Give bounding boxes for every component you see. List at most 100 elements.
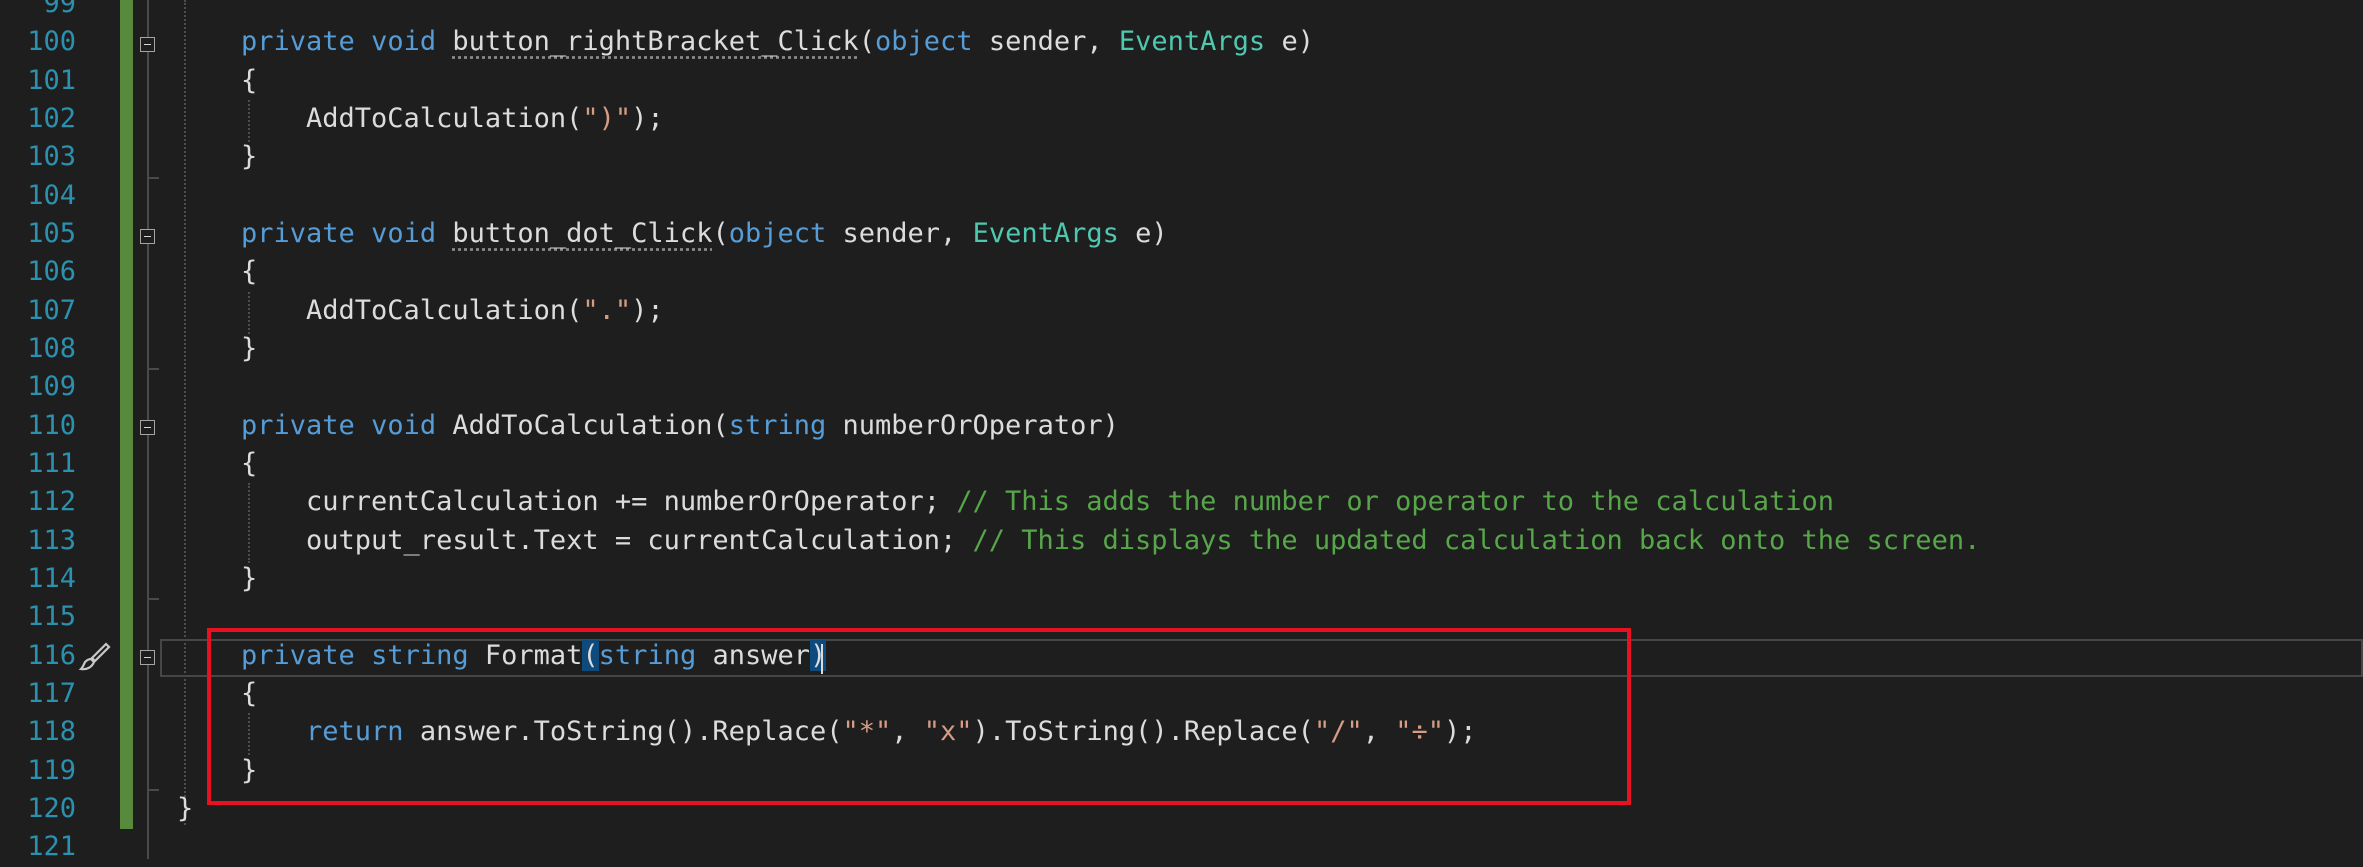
- code-text: private void button_dot_Click(object sen…: [241, 215, 1168, 253]
- code-editor[interactable]: 99 100 private void button_rightBracket_Cl…: [0, 0, 2363, 862]
- code-token: object: [728, 217, 827, 249]
- code-line[interactable]: 121: [0, 828, 2363, 866]
- code-text: AddToCalculation(".");: [241, 292, 664, 330]
- code-text: private void AddToCalculation(string num…: [241, 407, 1119, 445]
- line-number: 113: [27, 524, 76, 556]
- line-number: 112: [27, 486, 76, 518]
- code-token: currentCalculation += numberOrOperator;: [241, 486, 957, 518]
- code-token: // This adds the number or operator to t…: [956, 486, 1835, 518]
- code-token: output_result.Text = currentCalculation;: [241, 524, 973, 556]
- line-number: 120: [27, 792, 76, 824]
- line-number: 107: [27, 294, 76, 326]
- line-number: 115: [27, 601, 76, 633]
- code-text: private void button_rightBracket_Click(o…: [241, 23, 1314, 61]
- code-token: EventArgs: [972, 217, 1119, 249]
- code-line[interactable]: 113 output_result.Text = currentCalculat…: [0, 522, 2363, 560]
- code-token: numberOrOperator): [826, 409, 1119, 441]
- code-token: private: [241, 217, 355, 249]
- code-text: {: [241, 253, 257, 291]
- code-token: void: [371, 409, 437, 441]
- line-number: 105: [27, 217, 76, 249]
- code-line[interactable]: 107 AddToCalculation(".");: [0, 292, 2363, 330]
- code-line[interactable]: 102 AddToCalculation(")");: [0, 100, 2363, 138]
- line-number: 110: [27, 409, 76, 441]
- code-line[interactable]: 106 {: [0, 253, 2363, 291]
- code-token: sender,: [972, 26, 1119, 58]
- code-text: AddToCalculation(")");: [241, 100, 664, 138]
- line-number: 117: [27, 677, 76, 709]
- code-text: {: [241, 62, 257, 100]
- code-token: e): [1265, 26, 1314, 58]
- code-token: (: [712, 217, 729, 249]
- code-token: button_rightBracket_Click: [452, 26, 859, 58]
- code-line[interactable]: 101 {: [0, 62, 2363, 100]
- code-text: currentCalculation += numberOrOperator; …: [241, 483, 1834, 521]
- line-number: 119: [27, 754, 76, 786]
- line-number: 101: [27, 64, 76, 96]
- code-token: sender,: [826, 217, 973, 249]
- code-token: }: [241, 141, 258, 173]
- code-token: private: [241, 26, 355, 58]
- code-token: void: [371, 26, 437, 58]
- code-text: }: [241, 330, 257, 368]
- code-token: EventArgs: [1118, 26, 1266, 58]
- code-token: AddToCalculation(: [241, 102, 583, 134]
- code-token: );: [631, 294, 664, 326]
- code-token: object: [875, 26, 973, 58]
- line-number: 106: [27, 256, 76, 288]
- line-number: 118: [27, 716, 76, 748]
- paintbrush-icon[interactable]: [76, 641, 112, 675]
- code-token: {: [241, 256, 258, 288]
- line-number: 104: [27, 179, 76, 211]
- code-token: e): [1118, 217, 1168, 249]
- code-line[interactable]: 100 private void button_rightBracket_Clic…: [0, 23, 2363, 61]
- code-token: }: [241, 332, 258, 364]
- code-line[interactable]: 108}: [0, 330, 2363, 368]
- code-token: AddToCalculation(: [241, 294, 583, 326]
- code-token: AddToCalculation(: [436, 409, 729, 441]
- code-line[interactable]: 103}: [0, 138, 2363, 176]
- line-number: 102: [27, 102, 76, 134]
- code-token: );: [631, 102, 664, 134]
- code-token: string: [728, 409, 827, 441]
- line-number: 100: [27, 26, 76, 58]
- code-text: }: [241, 560, 257, 598]
- code-token: ".": [582, 294, 632, 326]
- code-line[interactable]: 112 currentCalculation += numberOrOperat…: [0, 483, 2363, 521]
- code-line[interactable]: 99: [0, 0, 2363, 23]
- code-token: }: [177, 792, 194, 824]
- line-number: 121: [27, 831, 76, 863]
- code-token: private: [241, 409, 355, 441]
- line-number: 116: [27, 639, 76, 671]
- line-number: 108: [27, 332, 76, 364]
- line-number: 111: [27, 447, 76, 479]
- line-number: 99: [43, 0, 76, 19]
- code-line[interactable]: 109: [0, 368, 2363, 406]
- code-token: button_dot_Click: [452, 217, 713, 249]
- code-text: }: [177, 790, 193, 828]
- line-number: 103: [27, 141, 76, 173]
- code-line[interactable]: 105 private void button_dot_Click(object …: [0, 215, 2363, 253]
- code-token: // This displays the updated calculation…: [972, 524, 1981, 556]
- code-token: }: [241, 562, 258, 594]
- code-text: output_result.Text = currentCalculation;…: [241, 522, 1980, 560]
- line-number: 114: [27, 562, 76, 594]
- code-line[interactable]: 111 {: [0, 445, 2363, 483]
- line-number: 109: [27, 371, 76, 403]
- code-line[interactable]: 114}: [0, 560, 2363, 598]
- code-token: ")": [582, 102, 632, 134]
- code-text: {: [241, 445, 257, 483]
- code-token: {: [241, 64, 258, 96]
- annotation-highlight-box: [207, 628, 1631, 805]
- code-token: (: [858, 26, 876, 58]
- code-line[interactable]: 104: [0, 177, 2363, 215]
- code-token: void: [371, 217, 437, 249]
- code-text: }: [241, 138, 257, 176]
- code-line[interactable]: 110 private void AddToCalculation(string …: [0, 407, 2363, 445]
- code-token: {: [241, 447, 258, 479]
